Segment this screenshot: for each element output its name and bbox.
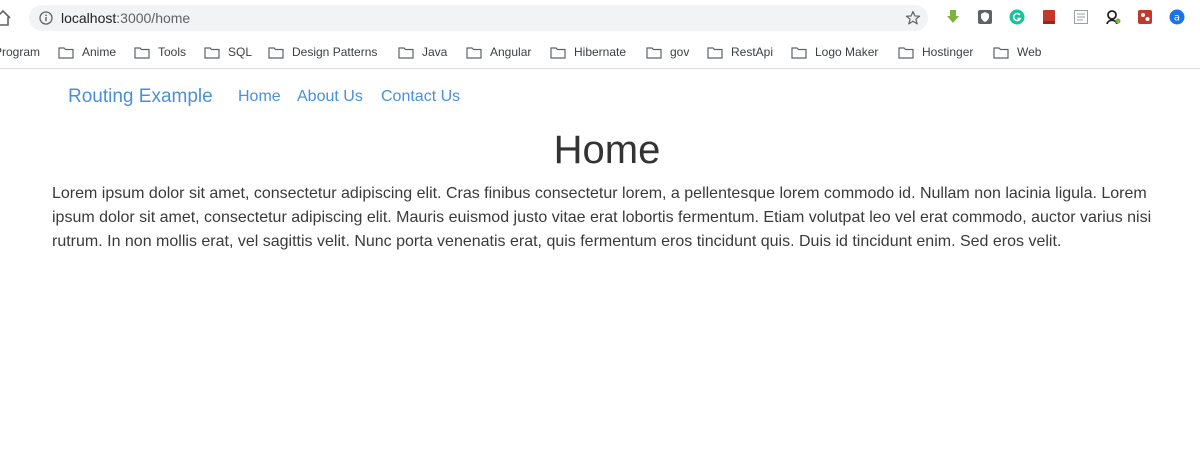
shield-extension-icon[interactable] — [977, 9, 993, 25]
bookmark-label: Angular — [490, 45, 532, 59]
nav-link-home[interactable]: Home — [238, 88, 281, 106]
download-extension-icon[interactable] — [945, 9, 961, 25]
nav-link-contact-us[interactable]: Contact Us — [381, 88, 460, 106]
folder-icon — [646, 46, 662, 59]
bookmark-label: Hostinger — [922, 45, 974, 59]
url-host: localhost — [61, 10, 117, 26]
bookmark-label: Java — [422, 45, 448, 59]
folder-icon — [707, 46, 723, 59]
folder-icon — [550, 46, 566, 59]
bookmark-label: Design Patterns — [292, 45, 378, 59]
bookmark-folder-logo-maker[interactable]: Logo Maker — [791, 43, 878, 61]
svg-text:a: a — [1174, 13, 1180, 24]
grammarly-icon[interactable] — [1009, 9, 1025, 25]
bookmark-folder-web[interactable]: Web — [993, 43, 1041, 61]
url-text[interactable]: localhost:3000/home — [61, 10, 190, 26]
folder-icon — [791, 46, 807, 59]
bookmark-label: Logo Maker — [815, 45, 879, 59]
home-icon[interactable] — [0, 9, 12, 27]
folder-icon — [134, 46, 150, 59]
bookmark-folder-design-patterns[interactable]: Design Patterns — [268, 43, 377, 61]
bookmark-star-icon[interactable] — [905, 10, 921, 26]
puzzle-extension-icon[interactable] — [1137, 9, 1153, 25]
bookmark-label: SQL — [228, 45, 253, 59]
bookmark-folder-sql[interactable]: SQL — [204, 43, 252, 61]
bookmark-label: Tools — [158, 45, 187, 59]
bookmark-label: Hibernate — [574, 45, 627, 59]
bookmark-label: RestApi — [731, 45, 774, 59]
url-path: :3000/home — [116, 10, 191, 26]
bookmark-folder-angular[interactable]: Angular — [466, 43, 531, 61]
folder-icon — [58, 46, 74, 59]
bookmark-folder-restapi[interactable]: RestApi — [707, 43, 773, 61]
info-icon[interactable] — [39, 11, 53, 25]
amazon-assistant-icon[interactable]: a — [1169, 9, 1185, 25]
folder-icon — [268, 46, 284, 59]
folder-icon — [993, 46, 1009, 59]
profile-extension-icon[interactable] — [1105, 9, 1121, 25]
bookmark-folder-hibernate[interactable]: Hibernate — [550, 43, 626, 61]
bookmark-program[interactable]: Program — [0, 43, 40, 61]
bookmark-folder-tools[interactable]: Tools — [134, 43, 186, 61]
bookmark-label: Program — [0, 45, 41, 59]
bookmarks-bar: Program Anime Tools SQL Design Patterns … — [0, 36, 1200, 69]
bookmark-label: Anime — [82, 45, 117, 59]
bookmark-folder-anime[interactable]: Anime — [58, 43, 116, 61]
nav-link-about-us[interactable]: About Us — [297, 88, 363, 106]
browser-toolbar: localhost:3000/home a — [0, 0, 1200, 36]
navbar-brand[interactable]: Routing Example — [68, 86, 213, 108]
folder-icon — [898, 46, 914, 59]
folder-icon — [204, 46, 220, 59]
bookmark-folder-gov[interactable]: gov — [646, 43, 689, 61]
page-body-text: Lorem ipsum dolor sit amet, consectetur … — [52, 185, 1152, 250]
reader-icon[interactable] — [1073, 9, 1089, 25]
page-title: Home — [553, 128, 661, 172]
folder-icon — [398, 46, 414, 59]
bookmark-folder-hostinger[interactable]: Hostinger — [898, 43, 973, 61]
address-bar[interactable]: localhost:3000/home — [29, 5, 928, 31]
bookmark-label: gov — [670, 45, 690, 59]
bookmark-label: Web — [1017, 45, 1042, 59]
bookmark-folder-java[interactable]: Java — [398, 43, 447, 61]
folder-icon — [466, 46, 482, 59]
red-book-icon[interactable] — [1041, 9, 1057, 25]
